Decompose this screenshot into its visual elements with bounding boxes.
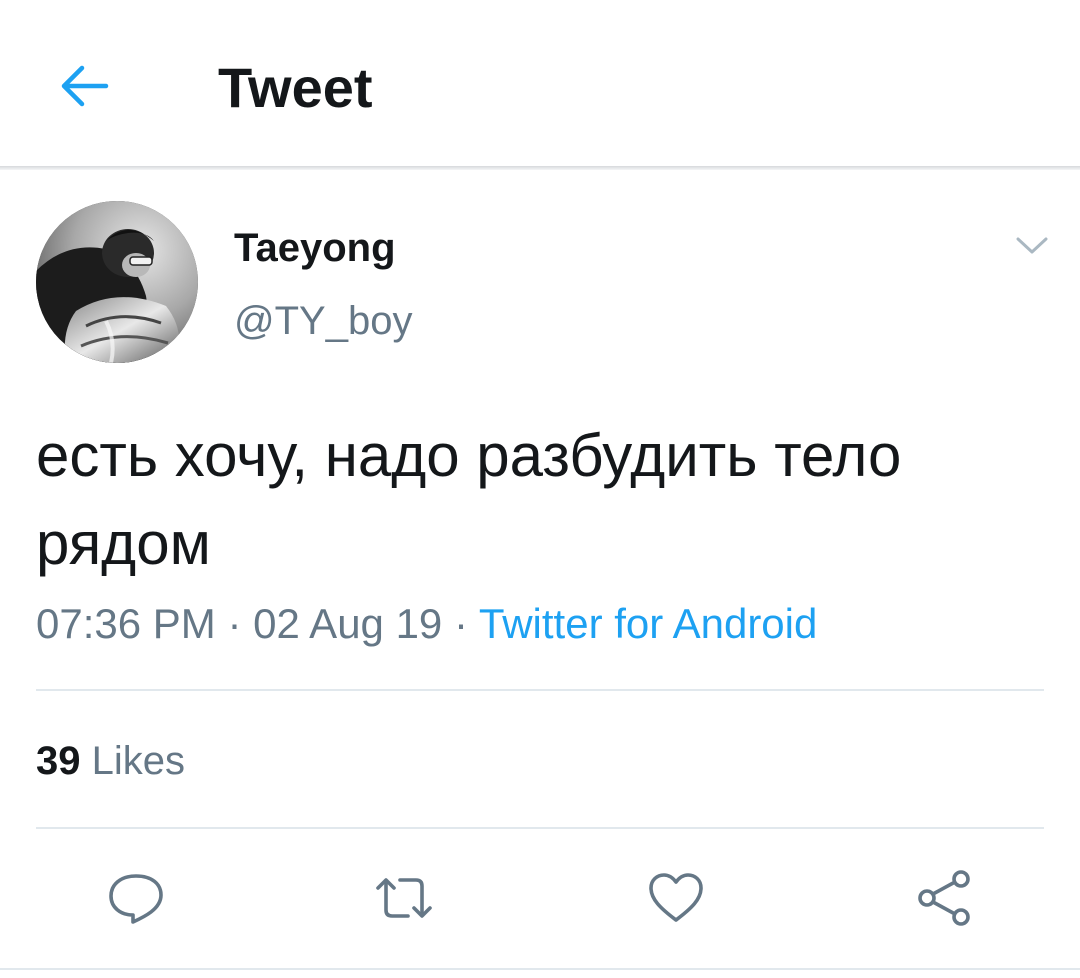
tweet-menu-button[interactable] <box>1008 226 1056 266</box>
page-title: Tweet <box>218 56 373 119</box>
likes-stat[interactable]: 39 Likes <box>36 737 185 785</box>
author-handle[interactable]: @TY_boy <box>234 297 412 345</box>
tweet-text: есть хочу, надо разбудить тело рядом <box>36 422 902 577</box>
tweet-meta: 07:36 PM · 02 Aug 19 · Twitter for Andro… <box>36 598 817 650</box>
heart-icon <box>649 873 703 922</box>
avatar[interactable] <box>36 201 198 363</box>
divider <box>36 827 1044 829</box>
meta-separator: · <box>215 600 254 647</box>
profile-photo <box>36 201 198 363</box>
like-button[interactable] <box>644 866 708 930</box>
likes-label: Likes <box>91 739 186 783</box>
divider <box>36 689 1044 691</box>
retweet-icon <box>376 878 432 918</box>
share-icon <box>918 870 970 926</box>
bottom-divider <box>0 968 1080 970</box>
likes-count: 39 <box>36 739 81 783</box>
reply-icon <box>109 874 163 924</box>
tweet-date: 02 Aug 19 <box>253 600 443 647</box>
header-divider <box>0 166 1080 170</box>
share-button[interactable] <box>913 866 977 930</box>
reply-button[interactable] <box>104 866 168 930</box>
author-display-name[interactable]: Taeyong <box>234 224 396 272</box>
meta-separator: · <box>442 600 479 647</box>
tweet-detail-screen: Tweet Taeyong @TY_boy есть хочу, надо ра… <box>0 0 1080 978</box>
arrow-left-icon <box>61 65 109 107</box>
retweet-button[interactable] <box>372 866 436 930</box>
chevron-down-icon <box>1016 237 1048 254</box>
tweet-time: 07:36 PM <box>36 600 216 647</box>
app-header: Tweet <box>0 0 1080 168</box>
back-button[interactable] <box>52 56 116 116</box>
tweet-source-link[interactable]: Twitter for Android <box>479 600 817 647</box>
